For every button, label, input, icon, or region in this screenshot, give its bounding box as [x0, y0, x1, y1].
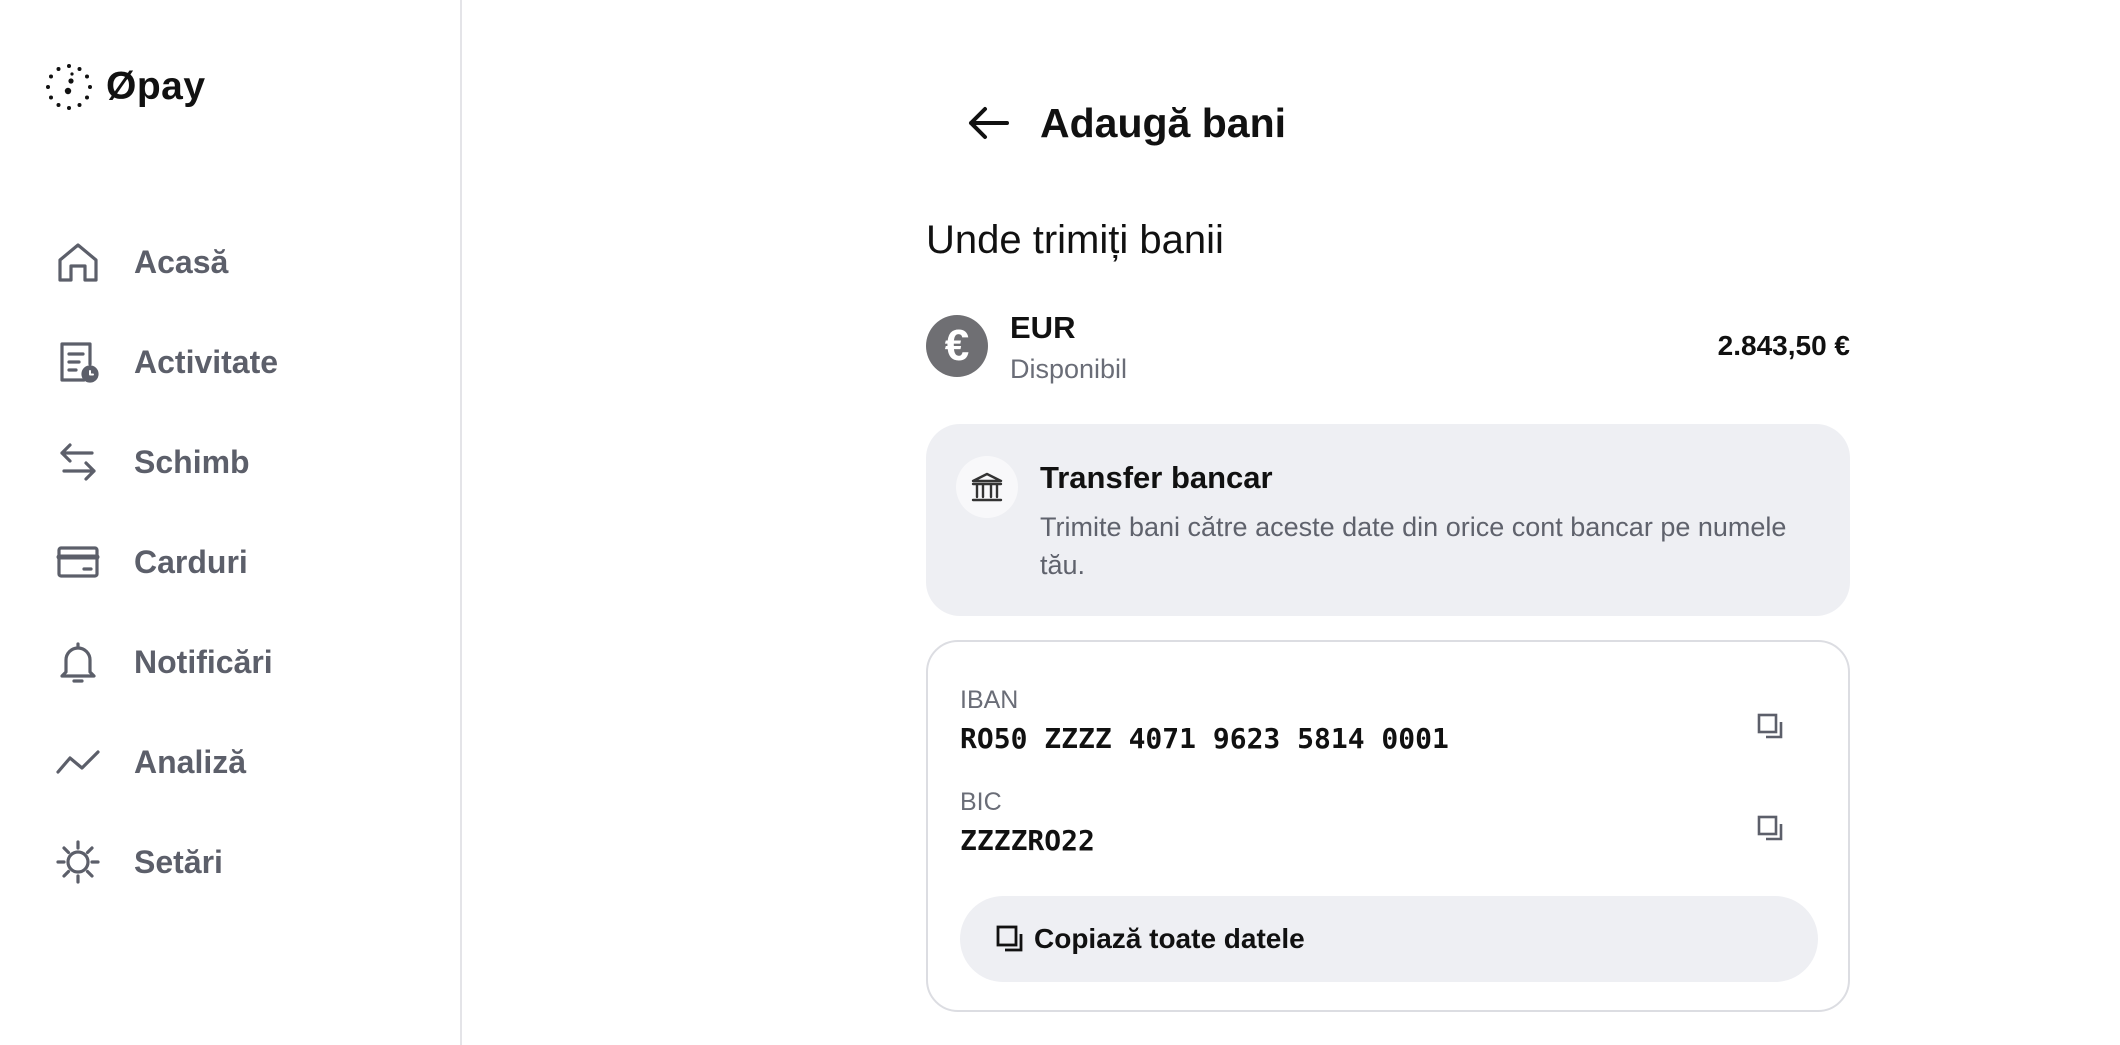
sidebar: Øpay Acasă Activitate Schimb Carduri Not…: [0, 0, 462, 1045]
sidebar-item-label: Analiză: [134, 743, 247, 780]
home-icon: [58, 243, 98, 282]
currency-code: EUR: [1010, 310, 1076, 345]
arrow-left-icon: [969, 107, 1009, 139]
account-balance-row: € EUR Disponibil 2.843,50 €: [926, 310, 1850, 390]
chart-line-icon: [56, 750, 100, 774]
sidebar-item-label: Activitate: [134, 343, 279, 380]
sidebar-item-label: Carduri: [134, 543, 248, 580]
info-title: Transfer bancar: [1040, 460, 1273, 495]
gear-icon: [56, 840, 100, 884]
copy-all-label: Copiază toate datele: [1034, 923, 1305, 954]
balance-amount: 2.843,50 €: [1717, 330, 1850, 361]
bank-icon: [956, 456, 1018, 518]
sidebar-item-label: Notificări: [134, 643, 273, 680]
copy-icon: [996, 925, 1023, 952]
sidebar-item-acasa[interactable]: Acasă: [54, 212, 278, 312]
sidebar-item-notificari[interactable]: Notificări: [54, 612, 278, 712]
sidebar-item-label: Acasă: [134, 243, 229, 280]
bell-icon: [60, 642, 96, 683]
sidebar-item-label: Setări: [134, 843, 223, 880]
copy-all-button[interactable]: Copiază toate datele: [960, 896, 1818, 982]
sidebar-item-label: Schimb: [134, 443, 250, 480]
page-title: Adaugă bani: [1040, 99, 1287, 146]
app-name: Øpay: [106, 65, 206, 108]
currency-status: Disponibil: [1010, 354, 1128, 384]
iban-value[interactable]: RO50 ZZZZ 4071 9623 5814 0001: [960, 722, 1449, 755]
activity-icon: [60, 342, 99, 383]
back-button[interactable]: [946, 90, 1032, 156]
iban-field: IBAN RO50 ZZZZ 4071 9623 5814 0001: [960, 686, 1820, 762]
sidebar-item-carduri[interactable]: Carduri: [54, 512, 278, 612]
sidebar-item-analiza[interactable]: Analiză: [54, 712, 278, 812]
bic-label: BIC: [960, 788, 1002, 816]
page-header: Adaugă bani: [926, 90, 1286, 156]
logo[interactable]: Øpay: [44, 62, 206, 112]
bic-field: BIC ZZZZRO22: [960, 788, 1820, 864]
bic-value[interactable]: ZZZZRO22: [960, 824, 1095, 857]
bank-transfer-info: Transfer bancar Trimite bani către acest…: [926, 424, 1850, 616]
sidebar-item-setari[interactable]: Setări: [54, 812, 278, 912]
card-icon: [56, 546, 100, 578]
copy-iban-button[interactable]: [1748, 704, 1792, 748]
section-title: Unde trimiți banii: [926, 218, 1224, 262]
sidebar-nav: Acasă Activitate Schimb Carduri Notifică…: [54, 212, 278, 912]
copy-bic-button[interactable]: [1748, 806, 1792, 850]
exchange-icon: [60, 443, 96, 481]
copy-icon: [1757, 713, 1783, 739]
iban-label: IBAN: [960, 686, 1019, 714]
euro-icon: €: [926, 315, 988, 377]
copy-icon: [1757, 815, 1783, 841]
bank-details-card: IBAN RO50 ZZZZ 4071 9623 5814 0001 BIC Z…: [926, 640, 1850, 1012]
sidebar-item-schimb[interactable]: Schimb: [54, 412, 278, 512]
sidebar-item-activitate[interactable]: Activitate: [54, 312, 278, 412]
logo-icon: [46, 64, 92, 110]
info-description: Trimite bani către aceste date din orice…: [1040, 512, 1787, 580]
